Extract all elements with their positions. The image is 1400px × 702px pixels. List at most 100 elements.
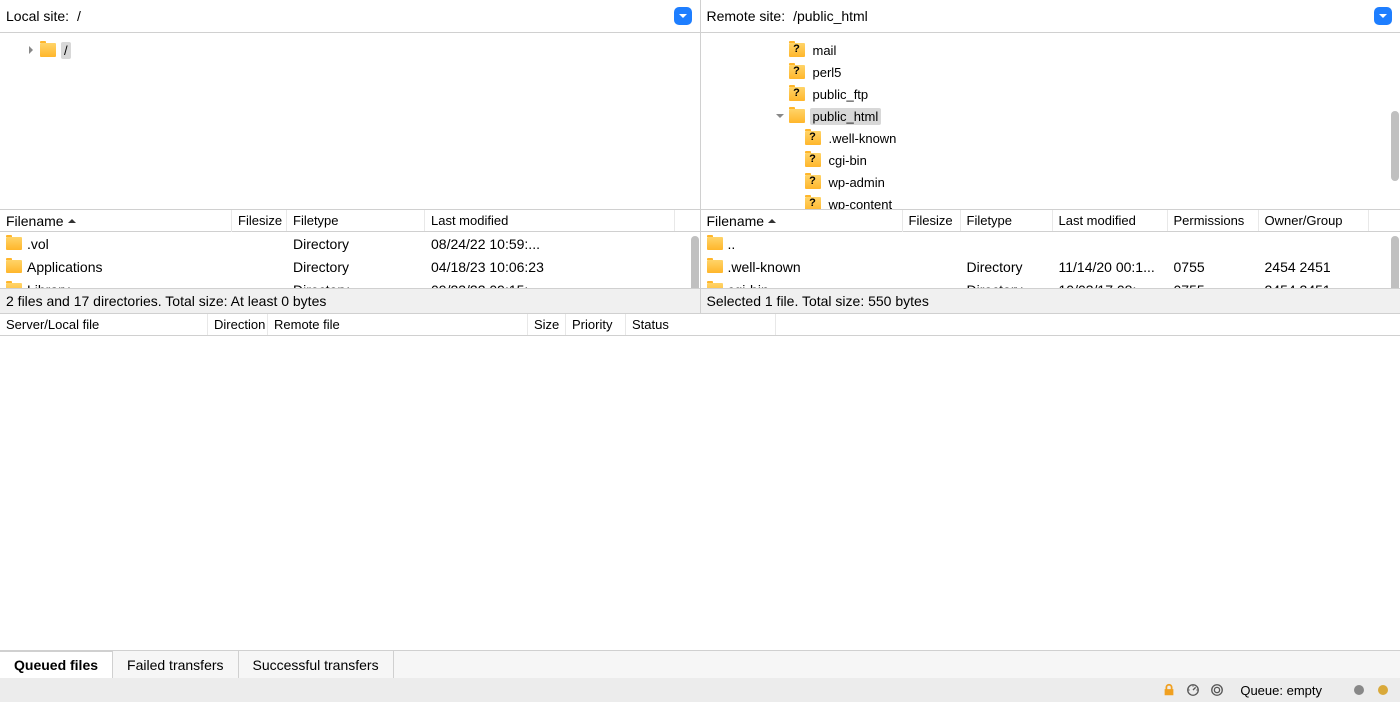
remote-list[interactable]: .. .well-knownDirectory11/14/20 00:1...07… (701, 232, 1400, 288)
remote-tree-scrollbar[interactable] (1391, 111, 1399, 181)
expander-icon[interactable] (789, 175, 803, 189)
queue-col-priority[interactable]: Priority (566, 314, 626, 335)
folder-icon (6, 237, 22, 250)
file-name: .vol (27, 236, 49, 252)
queue-col-direction[interactable]: Direction (208, 314, 268, 335)
tree-item[interactable]: public_ftp (701, 83, 1400, 105)
tree-item[interactable]: mail (701, 39, 1400, 61)
list-item[interactable]: ApplicationsDirectory04/18/23 10:06:23 (0, 255, 700, 278)
unknown-folder-icon (805, 175, 821, 189)
remote-status: Selected 1 file. Total size: 550 bytes (701, 288, 1400, 314)
tree-label: .well-known (826, 130, 900, 147)
local-status: 2 files and 17 directories. Total size: … (0, 288, 700, 314)
queue-col-size[interactable]: Size (528, 314, 566, 335)
unknown-folder-icon (805, 131, 821, 145)
local-col-type[interactable]: Filetype (287, 210, 425, 231)
tree-label: wp-admin (826, 174, 888, 191)
file-name: Library (27, 282, 70, 289)
queue-col-server[interactable]: Server/Local file (0, 314, 208, 335)
list-item[interactable]: .. (701, 232, 1400, 255)
local-site-bar: Local site: (0, 0, 700, 33)
led-idle-icon (1352, 683, 1366, 697)
speed-limit-icon (1186, 683, 1200, 697)
local-col-name: Filename (0, 210, 232, 232)
tree-item[interactable]: wp-admin (701, 171, 1400, 193)
list-item[interactable]: LibraryDirectory09/23/22 09:15:... (0, 278, 700, 288)
local-scrollbar[interactable] (691, 236, 699, 288)
expander-icon[interactable] (24, 43, 38, 57)
local-site-input[interactable] (75, 6, 673, 26)
file-name: Applications (27, 259, 103, 275)
expander-icon[interactable] (773, 87, 787, 101)
local-site-label: Local site: (6, 8, 69, 24)
expander-icon[interactable] (789, 153, 803, 167)
file-name: .well-known (728, 259, 801, 275)
tree-item[interactable]: cgi-bin (701, 149, 1400, 171)
unknown-folder-icon (789, 87, 805, 101)
remote-col-own[interactable]: Owner/Group (1259, 210, 1369, 231)
tab-success[interactable]: Successful transfers (239, 651, 394, 678)
tree-item[interactable]: / (0, 39, 700, 61)
transfer-tabs: Queued files Failed transfers Successful… (0, 650, 1400, 678)
tree-item[interactable]: public_html (701, 105, 1400, 127)
tree-label: cgi-bin (826, 152, 870, 169)
remote-scrollbar[interactable] (1391, 236, 1399, 288)
tree-label: public_ftp (810, 86, 872, 103)
remote-col-type[interactable]: Filetype (961, 210, 1053, 231)
expander-icon[interactable] (773, 109, 787, 123)
remote-col-name: Filename (701, 210, 903, 232)
queue-col-status[interactable]: Status (626, 314, 776, 335)
local-tree[interactable]: / (0, 33, 700, 210)
tree-item[interactable]: .well-known (701, 127, 1400, 149)
queue-status-text: Queue: empty (1240, 683, 1322, 698)
file-name: cgi-bin (728, 282, 769, 289)
tree-label: perl5 (810, 64, 845, 81)
folder-icon (40, 43, 56, 57)
local-list[interactable]: .volDirectory08/24/22 10:59:...Applicati… (0, 232, 700, 288)
unknown-folder-icon (789, 43, 805, 57)
remote-pane: Remote site: mail perl5 public_ftp public_h… (701, 0, 1400, 314)
folder-icon (707, 260, 723, 273)
remote-site-input[interactable] (791, 6, 1374, 26)
folder-icon (6, 260, 22, 273)
comparison-icon (1210, 683, 1224, 697)
file-name: .. (728, 236, 736, 252)
unknown-folder-icon (805, 153, 821, 167)
remote-list-header[interactable]: Filename Filesize Filetype Last modified… (701, 210, 1400, 232)
remote-tree[interactable]: mail perl5 public_ftp public_html .well-know… (701, 33, 1400, 210)
queue-body[interactable] (0, 336, 1400, 650)
queue-header[interactable]: Server/Local file Direction Remote file … (0, 314, 1400, 336)
folder-icon (707, 283, 723, 288)
lock-icon (1162, 683, 1176, 697)
tree-label: mail (810, 42, 840, 59)
expander-icon[interactable] (773, 43, 787, 57)
expander-icon[interactable] (789, 131, 803, 145)
queue-col-remote[interactable]: Remote file (268, 314, 528, 335)
expander-icon[interactable] (789, 197, 803, 210)
tree-item[interactable]: perl5 (701, 61, 1400, 83)
folder-icon (6, 283, 22, 288)
list-item[interactable]: .volDirectory08/24/22 10:59:... (0, 232, 700, 255)
list-item[interactable]: cgi-binDirectory10/03/17 08:...07552454 … (701, 278, 1400, 288)
local-col-size[interactable]: Filesize (232, 210, 287, 231)
tree-item[interactable]: wp-content (701, 193, 1400, 210)
remote-col-size[interactable]: Filesize (903, 210, 961, 231)
led-active-icon (1376, 683, 1390, 697)
expander-icon[interactable] (773, 65, 787, 79)
remote-site-dropdown[interactable] (1374, 7, 1392, 25)
tab-failed[interactable]: Failed transfers (113, 651, 238, 678)
tab-queued[interactable]: Queued files (0, 651, 113, 678)
local-col-mod[interactable]: Last modified (425, 210, 675, 231)
remote-site-label: Remote site: (707, 8, 786, 24)
tree-label: public_html (810, 108, 882, 125)
list-item[interactable]: .well-knownDirectory11/14/20 00:1...0755… (701, 255, 1400, 278)
bottom-bar: Queue: empty (0, 678, 1400, 702)
remote-col-perm[interactable]: Permissions (1168, 210, 1259, 231)
local-list-header[interactable]: Filename Filesize Filetype Last modified (0, 210, 700, 232)
remote-col-mod[interactable]: Last modified (1053, 210, 1168, 231)
remote-site-bar: Remote site: (701, 0, 1400, 33)
tree-label: / (61, 42, 71, 59)
local-pane: Local site: / Filename Filesize Filetype… (0, 0, 701, 314)
local-site-dropdown[interactable] (674, 7, 692, 25)
unknown-folder-icon (789, 65, 805, 79)
